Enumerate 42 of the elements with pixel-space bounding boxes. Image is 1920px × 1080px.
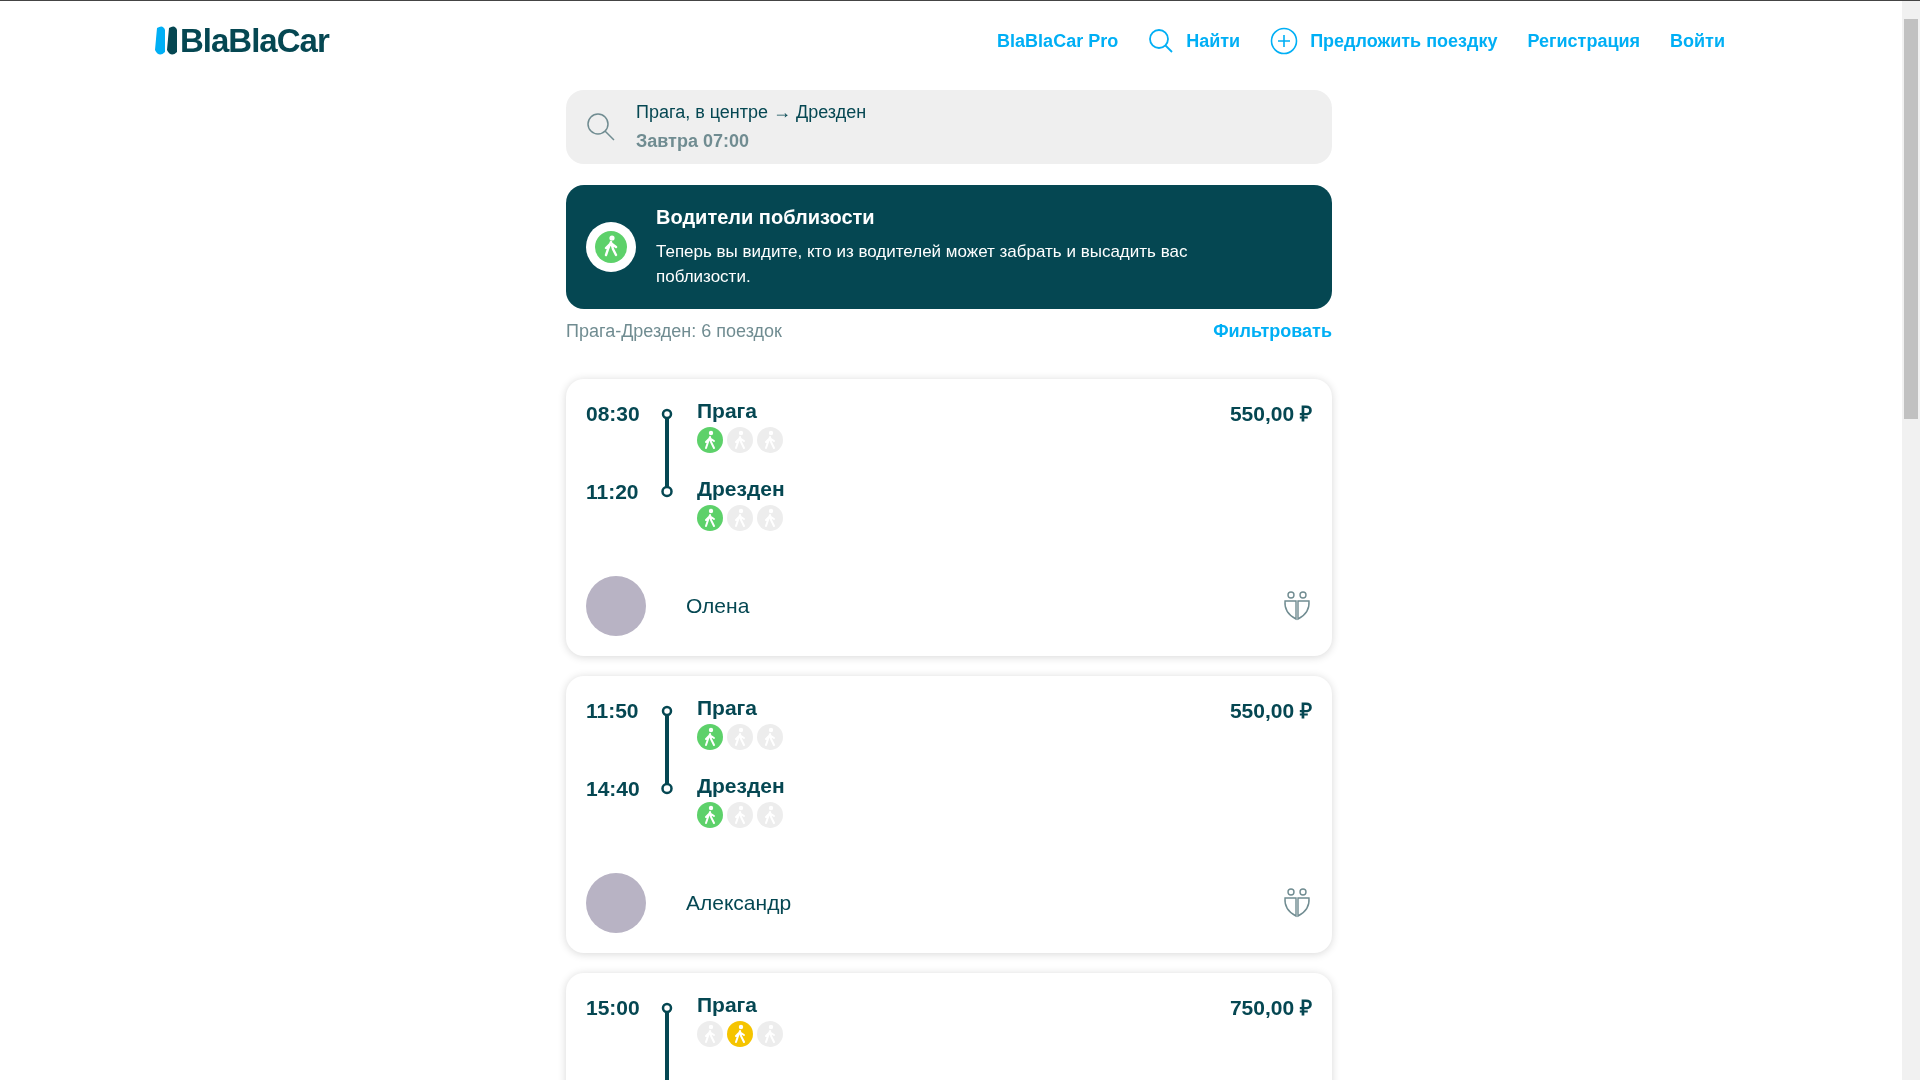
logo-text[interactable]: BlaBlaCar: [180, 22, 329, 60]
filter-link[interactable]: Фильтровать: [1213, 321, 1332, 379]
search-icon: [586, 112, 616, 142]
plus-circle-icon: [1270, 27, 1299, 55]
walking-person-icon: [586, 222, 636, 272]
avatar-placeholder: [586, 873, 646, 933]
route-stop-icon: [661, 782, 673, 795]
search-summary-field[interactable]: Прага, в центре → Дрезден Завтра 07:00: [566, 90, 1332, 164]
city-name: Дрезден: [697, 477, 785, 501]
route-line-icon: [661, 1001, 673, 1080]
trip-card[interactable]: 08:30 Прага 11:20 Дрезден 550,00 ₽ Олена: [566, 379, 1332, 656]
trip-card[interactable]: 15:00 Прага 750,00 ₽: [566, 973, 1332, 1080]
search-link[interactable]: Найти: [1148, 28, 1241, 54]
two-people-icon: [1282, 888, 1312, 918]
city-name: Прага: [697, 696, 759, 720]
driver-name: Александр: [686, 891, 793, 915]
trip-price: 550,00 ₽: [1229, 401, 1312, 427]
nav-link[interactable]: Регистрация: [1527, 30, 1641, 52]
stop-time: 11:50: [586, 698, 640, 724]
city-name: Прага: [697, 993, 759, 1017]
route-stop-icon: [661, 485, 673, 498]
trip-price: 550,00 ₽: [1229, 698, 1312, 724]
search-icon: [1148, 28, 1175, 54]
city-name: Прага: [697, 399, 759, 423]
stop-time: 14:40: [586, 776, 641, 802]
logo-icon: [154, 25, 178, 57]
stop-time: 15:00: [586, 995, 641, 1021]
stop-time: 11:20: [586, 479, 640, 505]
offer-ride-link[interactable]: Предложить поездку: [1270, 27, 1498, 55]
banner-title: Водители поблизости: [656, 205, 876, 229]
stop-time: 08:30: [586, 401, 641, 427]
driver-name: Олена: [686, 594, 751, 618]
trip-card[interactable]: 11:50 Прага 14:40 Дрезден 550,00 ₽ Александр: [566, 676, 1332, 953]
trip-price: 750,00 ₽: [1229, 995, 1312, 1021]
nav-link[interactable]: Войти: [1670, 30, 1725, 52]
nav-link[interactable]: BlaBlaCar Pro: [997, 30, 1119, 52]
avatar-placeholder: [586, 576, 646, 636]
two-people-icon: [1282, 591, 1312, 621]
trip-count: Прага-Дрезден: 6 поездок: [566, 321, 782, 343]
city-name: Дрезден: [697, 774, 785, 798]
banner-text: Теперь вы видите, кто из водителей может забрать и высадить вас поблизости.: [656, 240, 1189, 288]
scrollbar[interactable]: [1902, 1, 1920, 1080]
